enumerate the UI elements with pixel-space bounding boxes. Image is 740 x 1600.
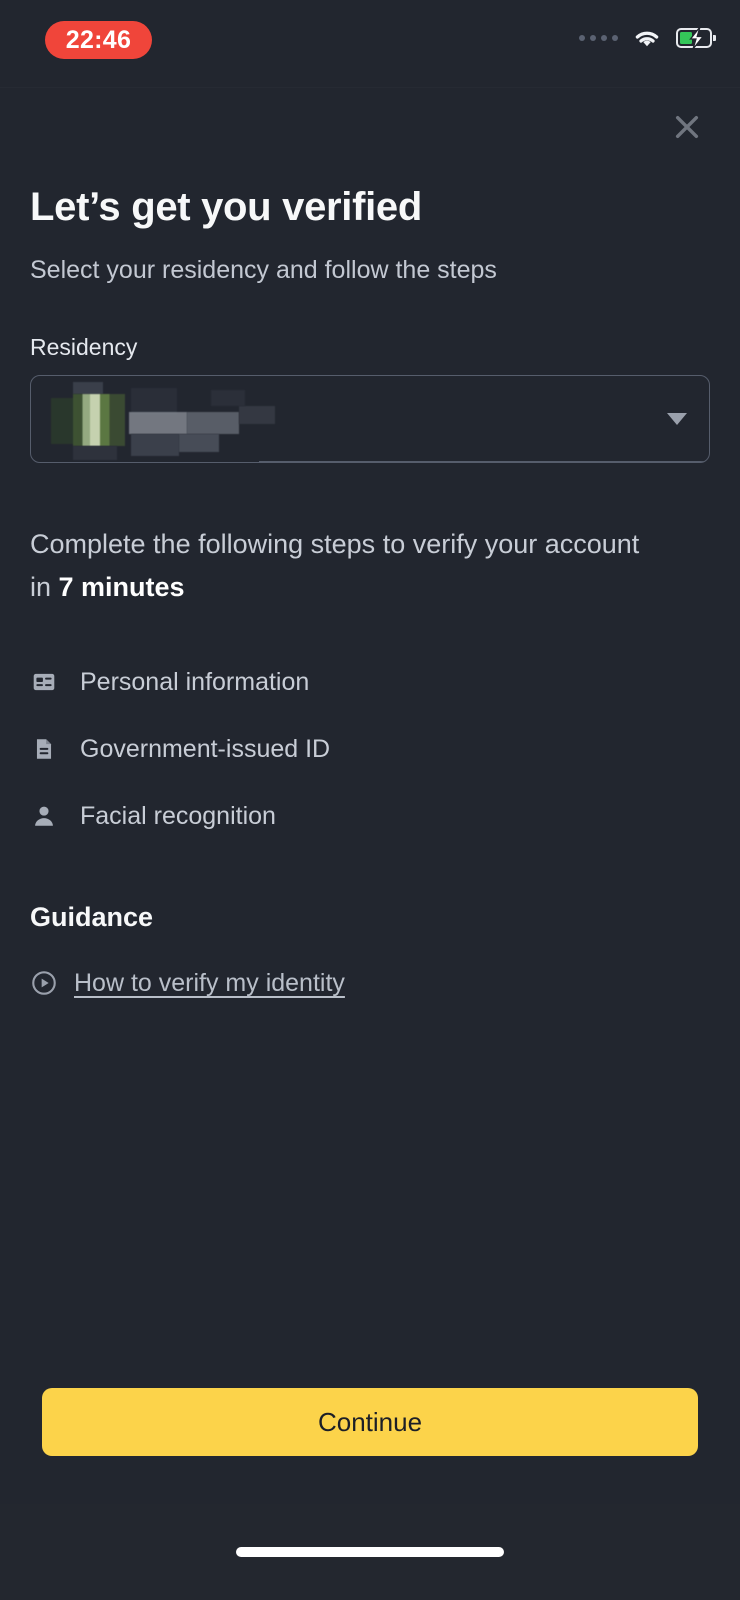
chevron-down-icon [667, 413, 687, 425]
footer: Continue [0, 1388, 740, 1504]
continue-button[interactable]: Continue [42, 1388, 698, 1456]
residency-label: Residency [30, 334, 710, 361]
guidance-heading: Guidance [30, 902, 710, 933]
battery-charging-icon [676, 27, 716, 49]
play-circle-icon [30, 969, 58, 997]
page-title: Let’s get you verified [30, 184, 710, 230]
main-content: Let’s get you verified Select your resid… [0, 88, 740, 1504]
step-label: Facial recognition [80, 802, 276, 831]
home-indicator[interactable] [236, 1547, 504, 1557]
step-label: Government-issued ID [80, 735, 330, 764]
person-icon [30, 802, 58, 830]
residency-selected-value [51, 376, 281, 462]
close-button[interactable] [664, 104, 710, 150]
step-item-personal-information: Personal information [30, 649, 710, 716]
id-card-icon [30, 668, 58, 696]
steps-intro: Complete the following steps to verify y… [30, 523, 650, 609]
guidance-link-row[interactable]: How to verify my identity [30, 969, 345, 998]
page-subtitle: Select your residency and follow the ste… [30, 254, 710, 287]
steps-list: Personal information Government-issued I… [30, 649, 710, 850]
document-icon [30, 735, 58, 763]
country-flag-icon [73, 394, 125, 446]
close-icon [671, 111, 703, 143]
phone-screen: 22:46 [0, 0, 740, 1600]
status-bar: 22:46 [0, 0, 740, 88]
step-label: Personal information [80, 668, 309, 697]
residency-select[interactable] [30, 375, 710, 463]
step-item-facial-recognition: Facial recognition [30, 783, 710, 850]
guidance-link-label[interactable]: How to verify my identity [74, 969, 345, 998]
steps-intro-highlight: 7 minutes [59, 572, 185, 602]
select-underline [259, 461, 708, 462]
residency-field: Residency [30, 334, 710, 463]
status-icons [579, 26, 716, 50]
signal-dots-icon [579, 35, 618, 41]
wifi-icon [632, 26, 662, 50]
status-time-pill: 22:46 [45, 21, 152, 59]
close-row [30, 88, 710, 166]
step-item-government-issued-id: Government-issued ID [30, 716, 710, 783]
home-indicator-area [0, 1504, 740, 1600]
